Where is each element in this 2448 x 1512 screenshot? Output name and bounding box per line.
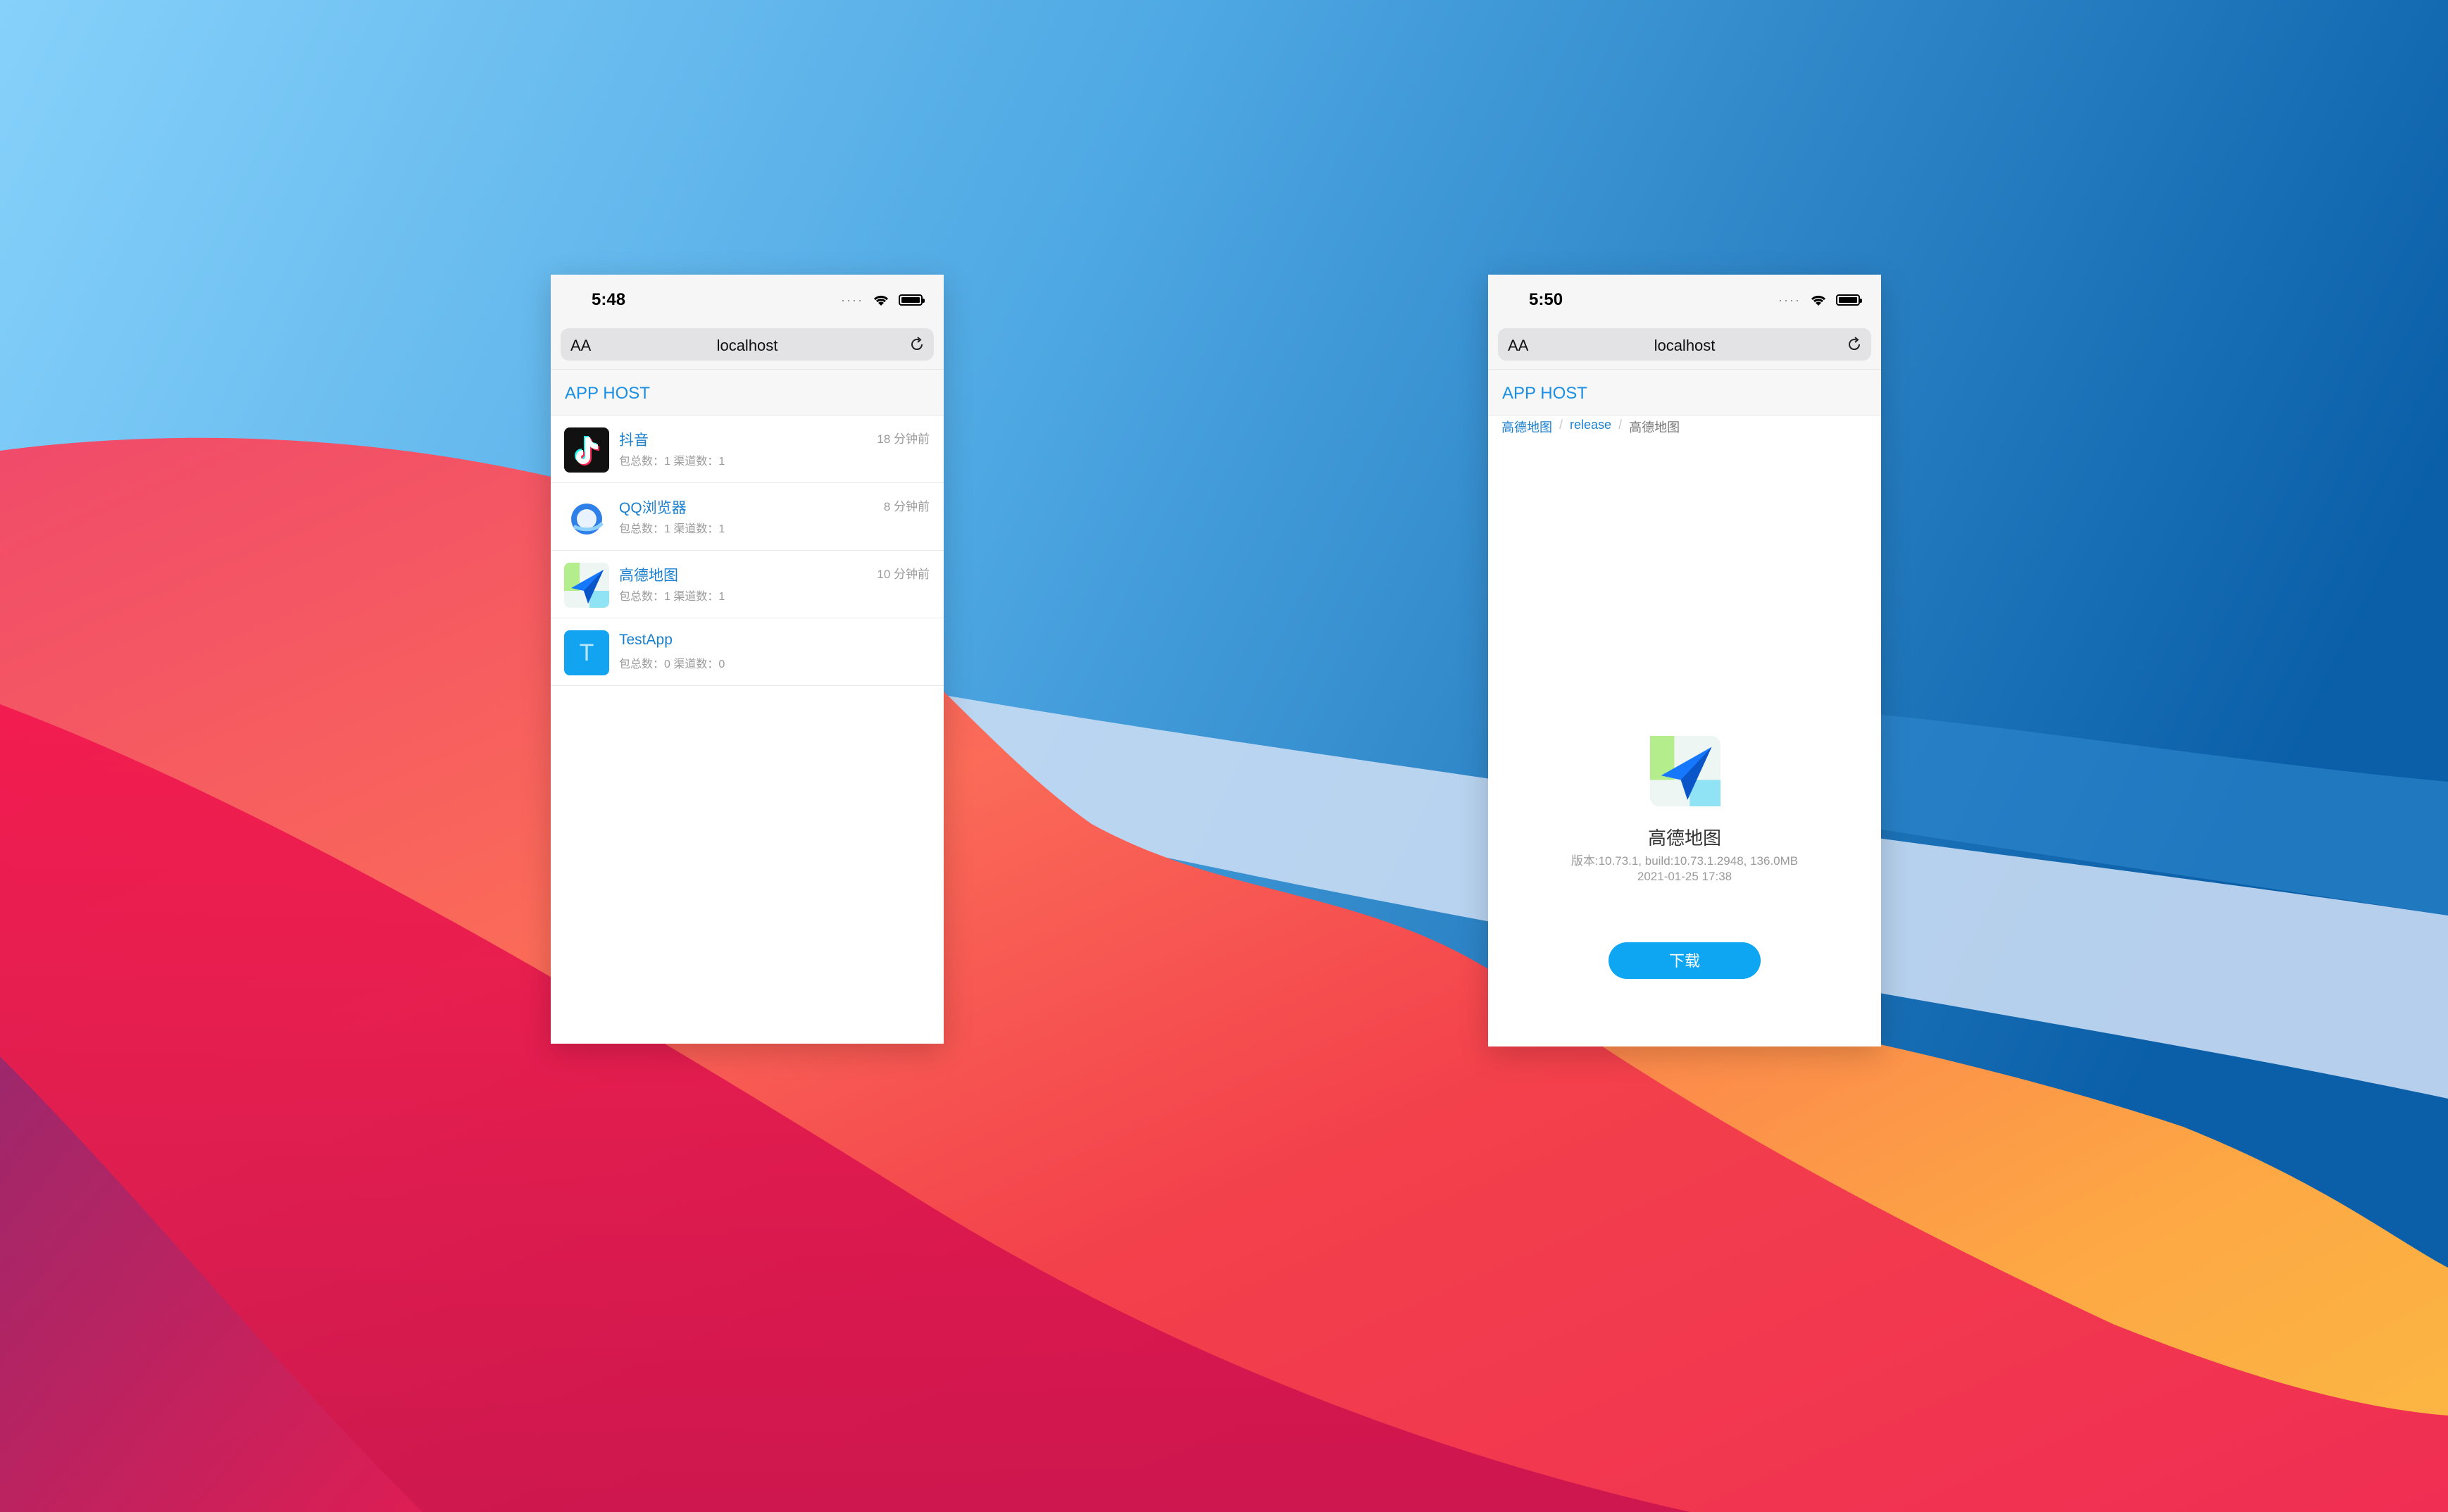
app-meta: 包总数：0 渠道数：0 — [619, 658, 725, 670]
detail-version-info: 版本:10.73.1, build:10.73.1.2948, 136.0MB — [1570, 854, 1799, 868]
app-updated-time: 18 分钟前 — [877, 432, 930, 446]
status-icons: ···· — [1778, 293, 1862, 307]
testapp-icon: T — [564, 630, 609, 675]
phone-screen-app-detail: 5:50 ···· AA localhost APP HOST 高德地图 / r… — [1488, 275, 1881, 1046]
status-bar: 5:50 ···· — [1488, 275, 1881, 324]
douyin-icon — [564, 427, 609, 473]
breadcrumb-separator: / — [1559, 418, 1563, 432]
testapp-icon-letter: T — [579, 639, 594, 666]
status-bar: 5:48 ···· — [551, 275, 944, 324]
status-icons: ···· — [841, 293, 925, 307]
app-list-item[interactable]: 高德地图 包总数：1 渠道数：1 10 分钟前 — [551, 551, 944, 618]
phone-screen-app-list: 5:48 ···· AA localhost APP HOST 抖音 包总数：1… — [551, 275, 944, 1044]
address-bar[interactable]: AA localhost — [561, 328, 934, 361]
desktop-wallpaper — [0, 0, 2448, 1512]
url-text[interactable]: localhost — [1498, 337, 1871, 355]
app-name[interactable]: TestApp — [619, 632, 673, 649]
signal-icon: ···· — [841, 293, 863, 307]
app-name[interactable]: 抖音 — [619, 429, 649, 450]
app-meta: 包总数：1 渠道数：1 — [619, 456, 725, 468]
app-title[interactable]: APP HOST — [565, 384, 650, 404]
reload-icon[interactable] — [908, 336, 925, 353]
app-updated-time: 8 分钟前 — [883, 500, 930, 513]
app-updated-time: 10 分钟前 — [877, 568, 930, 581]
reload-icon[interactable] — [1846, 336, 1863, 353]
status-time: 5:48 — [592, 290, 626, 309]
amap-icon — [1650, 736, 1721, 806]
browser-url-area: AA localhost — [551, 324, 944, 369]
breadcrumb: 高德地图 / release / 高德地图 — [1501, 418, 1680, 436]
app-name[interactable]: QQ浏览器 — [619, 496, 687, 518]
battery-icon — [899, 294, 925, 306]
amap-icon — [564, 563, 609, 608]
breadcrumb-item-current: 高德地图 — [1629, 420, 1680, 435]
breadcrumb-separator: / — [1618, 418, 1623, 432]
app-meta: 包总数：1 渠道数：1 — [619, 523, 725, 535]
download-button[interactable]: 下载 — [1609, 942, 1761, 979]
breadcrumb-item-channel[interactable]: release — [1570, 418, 1611, 436]
signal-icon: ···· — [1778, 293, 1801, 307]
address-bar[interactable]: AA localhost — [1498, 328, 1871, 361]
app-list-item[interactable]: QQ浏览器 包总数：1 渠道数：1 8 分钟前 — [551, 483, 944, 551]
app-header: APP HOST — [1488, 369, 1881, 416]
app-name[interactable]: 高德地图 — [619, 564, 678, 585]
app-list-item[interactable]: 抖音 包总数：1 渠道数：1 18 分钟前 — [551, 416, 944, 483]
qq-browser-icon — [564, 495, 609, 540]
app-meta: 包总数：1 渠道数：1 — [619, 591, 725, 603]
app-header: APP HOST — [551, 369, 944, 416]
detail-date: 2021-01-25 17:38 — [1637, 870, 1732, 883]
browser-url-area: AA localhost — [1488, 324, 1881, 369]
battery-icon — [1836, 294, 1862, 306]
breadcrumb-item-app[interactable]: 高德地图 — [1501, 418, 1552, 436]
wifi-icon — [1811, 295, 1826, 306]
detail-app-name: 高德地图 — [1647, 827, 1721, 849]
app-list-item[interactable]: T TestApp 包总数：0 渠道数：0 — [551, 618, 944, 686]
url-text[interactable]: localhost — [561, 337, 934, 355]
app-title[interactable]: APP HOST — [1502, 384, 1587, 404]
status-time: 5:50 — [1529, 290, 1563, 309]
wifi-icon — [873, 295, 889, 306]
